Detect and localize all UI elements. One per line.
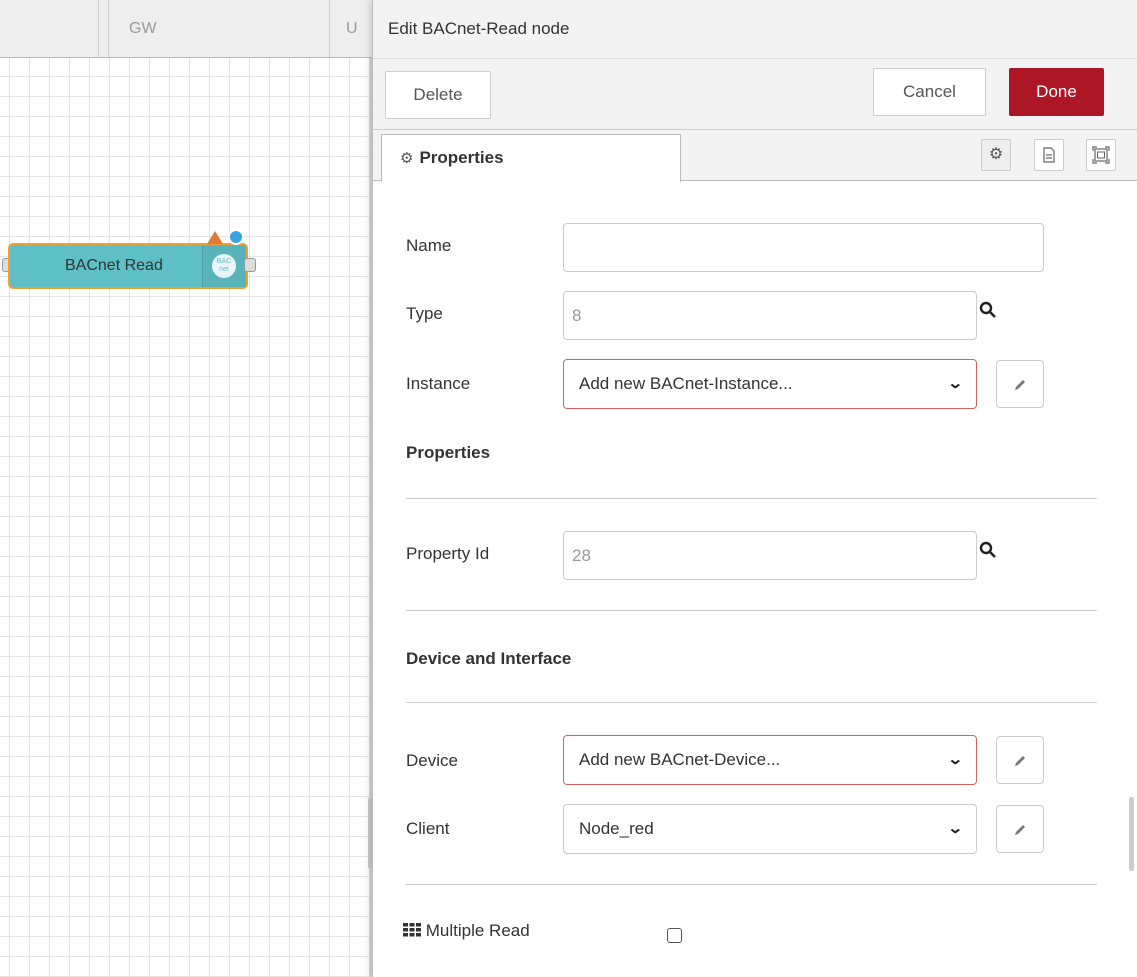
cancel-button[interactable]: Cancel bbox=[873, 68, 986, 116]
workspace-tabbar: GW U bbox=[0, 0, 372, 58]
property-id-input[interactable]: 28 bbox=[563, 531, 977, 580]
edit-client-button[interactable] bbox=[996, 805, 1044, 853]
pencil-icon bbox=[1015, 824, 1025, 835]
type-label: Type bbox=[406, 304, 443, 323]
tab-properties-label: Properties bbox=[419, 148, 504, 167]
search-icon[interactable] bbox=[979, 301, 997, 324]
edit-instance-button[interactable] bbox=[996, 360, 1044, 408]
chevron-down-icon: ⌄ bbox=[947, 751, 964, 768]
bacnet-icon: BAC net bbox=[212, 254, 236, 278]
type-input[interactable]: 8 bbox=[563, 291, 977, 340]
divider bbox=[406, 702, 1097, 703]
grid-icon bbox=[403, 923, 421, 937]
changed-indicator-icon bbox=[228, 229, 244, 245]
device-select[interactable]: Add new BACnet-Device... ⌄ bbox=[563, 735, 977, 785]
client-select-value: Node_red bbox=[579, 819, 654, 838]
client-select[interactable]: Node_red ⌄ bbox=[563, 804, 977, 854]
name-input[interactable] bbox=[563, 223, 1044, 272]
edit-tray: Edit BACnet-Read node Delete Cancel Done… bbox=[372, 0, 1137, 977]
multiple-read-checkbox[interactable] bbox=[667, 928, 682, 943]
device-label: Device bbox=[406, 751, 458, 770]
property-id-label: Property Id bbox=[406, 544, 490, 563]
tray-header: Edit BACnet-Read node Delete Cancel Done bbox=[373, 0, 1137, 130]
pencil-icon bbox=[1015, 379, 1025, 390]
edit-device-button[interactable] bbox=[996, 736, 1044, 784]
multiple-read-text: Multiple Read bbox=[425, 921, 530, 940]
instance-label: Instance bbox=[406, 374, 471, 393]
name-label: Name bbox=[406, 236, 452, 255]
divider bbox=[406, 884, 1097, 885]
divider bbox=[373, 58, 1137, 59]
done-button[interactable]: Done bbox=[1009, 68, 1104, 116]
divider bbox=[406, 610, 1097, 611]
tab-separator bbox=[98, 0, 99, 57]
workspace-tab-u[interactable]: U bbox=[330, 0, 372, 57]
pencil-icon bbox=[1015, 755, 1025, 766]
section-device-interface-title: Device and Interface bbox=[406, 649, 572, 668]
bacnet-read-node[interactable]: BACnet Read BAC net bbox=[8, 243, 248, 289]
section-properties-title: Properties bbox=[406, 443, 491, 462]
client-label: Client bbox=[406, 819, 450, 838]
scrollbar[interactable] bbox=[1129, 797, 1134, 871]
gear-icon: ⚙ bbox=[400, 150, 414, 167]
divider bbox=[406, 498, 1097, 499]
chevron-down-icon: ⌄ bbox=[947, 375, 964, 392]
instance-select[interactable]: Add new BACnet-Instance... ⌄ bbox=[563, 359, 977, 409]
search-icon[interactable] bbox=[979, 541, 997, 564]
description-icon[interactable] bbox=[1034, 139, 1064, 171]
workspace-tab-gw[interactable]: GW bbox=[108, 0, 330, 57]
node-icon-area: BAC net bbox=[202, 245, 246, 287]
flow-workspace[interactable]: GW U BACnet Read BAC net bbox=[0, 0, 372, 977]
warning-triangle-icon bbox=[207, 231, 223, 244]
settings-gear-icon[interactable]: ⚙ bbox=[981, 139, 1011, 171]
node-output-port[interactable] bbox=[244, 258, 256, 272]
chevron-down-icon: ⌄ bbox=[947, 820, 964, 837]
device-select-value: Add new BACnet-Device... bbox=[579, 750, 781, 769]
multiple-read-label: Multiple Read bbox=[403, 921, 530, 941]
node-label: BACnet Read bbox=[65, 257, 163, 274]
tray-title: Edit BACnet-Read node bbox=[388, 19, 570, 38]
appearance-icon[interactable] bbox=[1086, 139, 1116, 171]
tab-properties[interactable]: ⚙ Properties bbox=[381, 134, 681, 182]
tray-tabs: ⚙ Properties ⚙ bbox=[373, 130, 1137, 182]
delete-button[interactable]: Delete bbox=[385, 71, 491, 119]
instance-select-value: Add new BACnet-Instance... bbox=[579, 374, 793, 393]
